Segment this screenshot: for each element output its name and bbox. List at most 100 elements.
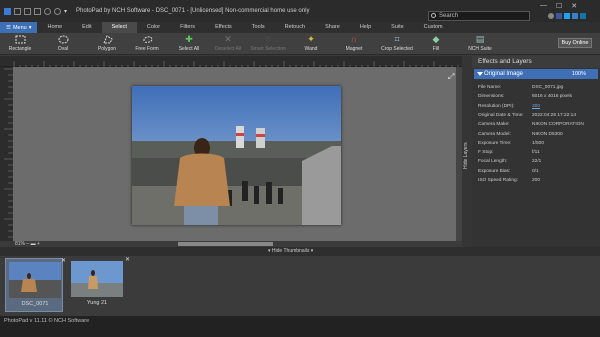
deselect-icon: ✕ [224, 34, 232, 44]
facebook-icon[interactable] [556, 13, 562, 19]
scroll-thumb[interactable] [178, 242, 273, 246]
undo-icon[interactable] [44, 7, 51, 15]
tab-filters[interactable]: Filters [170, 22, 205, 33]
property-value: 2022:04:26 17:22:14 [532, 112, 577, 118]
search-input[interactable]: Search [428, 11, 530, 21]
polygon-label: Polygon [97, 46, 117, 52]
search-icon [431, 13, 436, 18]
property-row: F Stop: f/11 [478, 148, 598, 157]
redo-icon[interactable] [54, 7, 61, 15]
suite-icon: ▤ [475, 34, 485, 44]
property-row: ISO Speed Rating: 200 [478, 176, 598, 185]
select-all-button[interactable]: ✚ Select All [177, 34, 201, 52]
property-key: ISO Speed Rating: [478, 178, 518, 183]
property-value[interactable]: 300 [532, 102, 540, 111]
thumbnail-item[interactable]: DSC_0071 ✕ [5, 257, 66, 312]
select-all-icon: ✚ [185, 34, 193, 44]
lasso-icon [141, 34, 153, 45]
smart-selection-button[interactable]: ◌ Smart Selection [248, 34, 288, 52]
magic-wand-icon: ✦ [307, 34, 315, 44]
menu-button[interactable]: ☰ Menu ▾ [0, 22, 38, 33]
tab-color[interactable]: Color [137, 22, 170, 33]
tab-custom[interactable]: Custom [414, 22, 453, 33]
thumbnail-item[interactable]: Yung 21 ✕ [68, 257, 130, 312]
property-key: F Stop: [478, 150, 494, 156]
property-value: NIKON D5300 [532, 131, 563, 137]
thumbnail-image [9, 262, 61, 298]
fill-label: Fill [432, 46, 440, 52]
layer-opacity[interactable]: 100% [572, 69, 586, 79]
save-icon[interactable] [34, 7, 41, 15]
property-key: Resolution (DPI): [478, 103, 515, 109]
help-icon[interactable] [548, 13, 554, 19]
wand-label: Wand [304, 46, 318, 52]
rectangle-button[interactable]: Rectangle [4, 34, 36, 52]
property-row: Exposure Bias: 0/1 [478, 167, 598, 176]
fit-to-screen-icon[interactable]: ⤢ [448, 73, 456, 81]
property-row: Exposure Time: 1/500 [478, 139, 598, 148]
crop-selected-label: Crop Selected [381, 46, 413, 52]
horizontal-ruler [0, 56, 464, 69]
wand-button[interactable]: ✦ Wand [300, 34, 322, 52]
deselect-all-button[interactable]: ✕ Deselect All [212, 34, 244, 52]
hamburger-icon: ☰ [6, 24, 11, 31]
dropdown-icon[interactable]: ▾ [64, 8, 68, 15]
tab-home[interactable]: Home [37, 22, 72, 33]
close-icon[interactable]: ✕ [61, 257, 66, 264]
property-row: Camera Model: NIKON D5300 [478, 130, 598, 139]
magnet-label: Magnet [345, 46, 363, 52]
original-image-layer[interactable]: Original Image 100% [474, 69, 598, 79]
original-image-label: Original Image [484, 71, 524, 77]
thumbnail-label: Yung 21 [86, 300, 108, 306]
tab-share[interactable]: Share [315, 22, 350, 33]
property-key: Camera Make: [478, 122, 510, 128]
maximize-icon[interactable]: ☐ [556, 2, 562, 10]
magnet-button[interactable]: ∩ Magnet [342, 34, 366, 52]
toolbar: Rectangle Oval Polygon Free Form ✚ Selec… [0, 33, 600, 55]
nch-suite-button[interactable]: ▤ NCH Suite [467, 34, 493, 52]
free-form-button[interactable]: Free Form [133, 34, 161, 52]
property-key: Camera Model: [478, 131, 511, 137]
fill-button[interactable]: ◆ Fill [428, 34, 444, 52]
crop-selected-button[interactable]: ⌗ Crop Selected [380, 34, 414, 52]
tab-help[interactable]: Help [350, 22, 381, 33]
quick-access-toolbar: ▾ [4, 7, 68, 15]
vertical-ruler-ticks [4, 68, 13, 238]
magnet-icon: ∩ [350, 34, 358, 44]
property-row: Dimensions: 6016 x 4016 pixels [478, 92, 598, 101]
tab-effects[interactable]: Effects [205, 22, 242, 33]
tab-suite[interactable]: Suite [381, 22, 414, 33]
property-value: 200 [532, 178, 541, 183]
collapse-triangle-icon[interactable] [477, 72, 483, 76]
property-row: Camera Make: NIKON CORPORATION [478, 120, 598, 129]
polygon-select-icon [101, 34, 113, 45]
hide-layers-button[interactable]: Hide Layers [463, 138, 471, 174]
smart-selection-label: Smart Selection [250, 46, 286, 52]
oval-button[interactable]: Oval [52, 34, 74, 52]
photo-canvas[interactable] [132, 86, 341, 225]
tab-tools[interactable]: Tools [242, 22, 275, 33]
vertical-ruler [0, 67, 13, 241]
minimize-icon[interactable]: — [540, 2, 547, 10]
new-icon[interactable] [14, 7, 21, 15]
property-row: Original Date & Time: 2022:04:26 17:22:14 [478, 111, 598, 120]
thumbnail-strip: DSC_0071 ✕ Yung 21 ✕ [0, 256, 600, 316]
chevron-down-icon: ▾ [28, 24, 32, 31]
window-controls: — ☐ ✕ [540, 2, 577, 10]
buy-online-button[interactable]: Buy Online [558, 38, 592, 48]
tab-retouch[interactable]: Retouch [275, 22, 316, 33]
tab-select[interactable]: Select [101, 22, 137, 33]
youtube-icon[interactable] [572, 13, 578, 19]
tab-edit[interactable]: Edit [72, 22, 101, 33]
property-row: File Name: DSC_0071.jpg [478, 83, 598, 92]
polygon-button[interactable]: Polygon [96, 34, 118, 52]
hide-thumbnails-button[interactable]: ▾ Hide Thumbnails ▾ [268, 248, 313, 255]
twitter-icon[interactable] [564, 13, 570, 19]
thumbnail-toggle-bar: ▾ Hide Thumbnails ▾ [0, 247, 600, 256]
open-icon[interactable] [24, 7, 31, 15]
close-icon[interactable]: ✕ [125, 256, 130, 263]
close-icon[interactable]: ✕ [571, 2, 577, 10]
linkedin-icon[interactable] [580, 13, 586, 19]
property-row: Resolution (DPI): 300 [478, 102, 598, 111]
search-placeholder: Search [439, 13, 459, 19]
